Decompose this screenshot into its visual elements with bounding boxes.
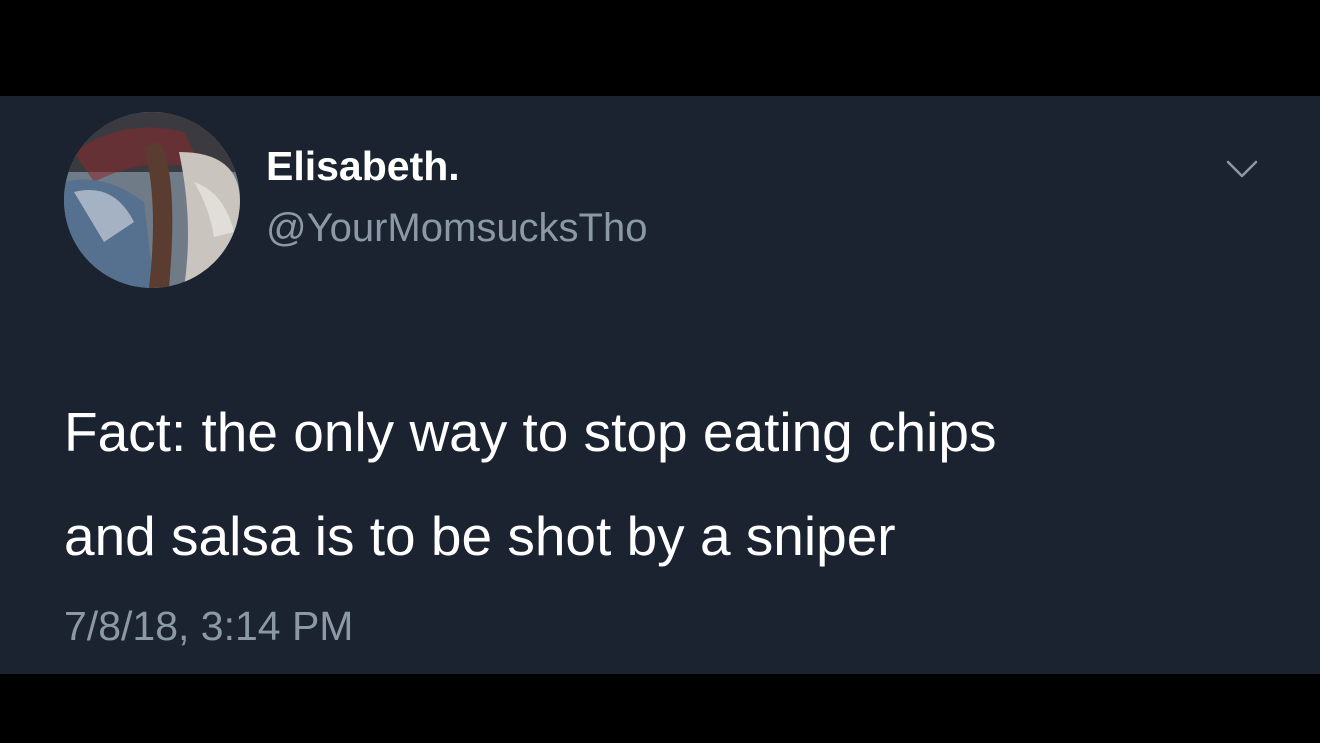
user-handle[interactable]: @YourMomsucksTho [266, 208, 647, 248]
display-name[interactable]: Elisabeth. [266, 146, 460, 187]
tweet-card: Elisabeth. @YourMomsucksTho Fact: the on… [0, 96, 1320, 674]
avatar[interactable] [64, 112, 240, 288]
tweet-timestamp[interactable]: 7/8/18, 3:14 PM [64, 606, 353, 647]
tweet-text: Fact: the only way to stop eating chips … [64, 380, 1284, 588]
avatar-image [64, 112, 240, 288]
screenshot-frame: Elisabeth. @YourMomsucksTho Fact: the on… [0, 0, 1320, 743]
tweet-text-line: and salsa is to be shot by a sniper [64, 505, 896, 567]
tweet-text-line: Fact: the only way to stop eating chips [64, 401, 997, 463]
chevron-down-icon[interactable] [1222, 156, 1262, 184]
